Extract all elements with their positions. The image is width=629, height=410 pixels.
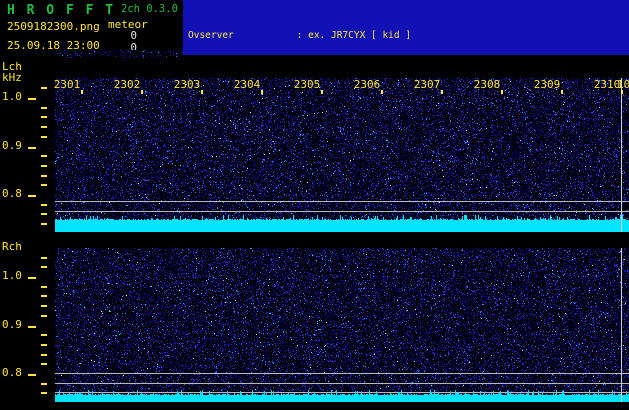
lch-freq-label: 1.0	[2, 90, 22, 103]
rch-freq-minor-tick	[41, 363, 47, 365]
rch-freq-minor-tick	[41, 334, 47, 336]
lch-axis-unit: kHz	[2, 71, 22, 84]
time-label: 2304	[233, 78, 261, 91]
time-label: 2302	[113, 78, 141, 91]
file-name: 2509182300.png	[7, 20, 100, 33]
lch-freq-major-tick	[28, 195, 36, 197]
lch-freq-minor-tick	[41, 213, 47, 215]
lch-freq-minor-tick	[41, 223, 47, 225]
time-tick	[441, 90, 443, 94]
rch-freq-minor-tick	[41, 305, 47, 307]
rch-freq-minor-tick	[41, 354, 47, 356]
time-tick	[261, 90, 263, 94]
meteor-count-lch: 0	[130, 29, 137, 42]
lch-freq-major-tick	[28, 98, 36, 100]
lch-freq-minor-tick	[41, 87, 47, 89]
app-version: 2ch 0.3.0	[121, 3, 178, 15]
rch-freq-minor-tick	[41, 286, 47, 288]
rch-freq-major-tick	[28, 374, 36, 376]
lch-freq-minor-tick	[41, 155, 47, 157]
rch-freq-minor-tick	[41, 315, 47, 317]
lch-freq-minor-tick	[41, 165, 47, 167]
observer-line: Ovserver : ex. JR7CYX [ kid ]	[188, 30, 412, 41]
rch-freq-label: 0.9	[2, 318, 22, 331]
lch-freq-minor-tick	[41, 204, 47, 206]
rch-axis-label: Rch	[2, 240, 22, 253]
time-tick	[201, 90, 203, 94]
app-title: H R O F F T	[7, 3, 116, 18]
time-label-overflow: 10	[617, 78, 629, 91]
rch-freq-minor-tick	[41, 257, 47, 259]
lch-freq-minor-tick	[41, 107, 47, 109]
lch-freq-major-tick	[28, 147, 36, 149]
time-tick	[381, 90, 383, 94]
rch-freq-label: 1.0	[2, 269, 22, 282]
time-label: 2303	[173, 78, 201, 91]
hrofft-screen: H R O F F T 2ch 0.3.0 2509182300.png met…	[0, 0, 629, 410]
rch-freq-minor-tick	[41, 383, 47, 385]
lch-freq-label: 0.9	[2, 139, 22, 152]
rch-freq-minor-tick	[41, 344, 47, 346]
time-tick	[81, 90, 83, 94]
lch-freq-minor-tick	[41, 126, 47, 128]
lch-freq-minor-tick	[41, 175, 47, 177]
lch-spectrogram-canvas	[55, 78, 629, 232]
lch-freq-label: 0.8	[2, 187, 22, 200]
time-label: 2307	[413, 78, 441, 91]
rch-freq-label: 0.8	[2, 366, 22, 379]
rch-freq-minor-tick	[41, 295, 47, 297]
time-tick	[561, 90, 563, 94]
lch-freq-minor-tick	[41, 184, 47, 186]
time-tick	[141, 90, 143, 94]
rch-freq-minor-tick	[41, 392, 47, 394]
meteor-count-label: meteor	[108, 18, 148, 31]
lch-freq-minor-tick	[41, 116, 47, 118]
rch-spectrogram-canvas	[55, 248, 629, 402]
lch-freq-minor-tick	[41, 136, 47, 138]
time-label: 2308	[473, 78, 501, 91]
rch-freq-minor-tick	[41, 266, 47, 268]
rch-freq-major-tick	[28, 326, 36, 328]
time-label: 2305	[293, 78, 321, 91]
time-tick	[501, 90, 503, 94]
time-label: 2301	[53, 78, 81, 91]
time-label: 2306	[353, 78, 381, 91]
time-label: 2309	[533, 78, 561, 91]
lch-spectrogram-top-strip	[55, 50, 183, 58]
observer-info-panel: Ovserver : ex. JR7CYX [ kid ] Receiving …	[183, 0, 629, 55]
rch-freq-major-tick	[28, 277, 36, 279]
time-tick	[321, 90, 323, 94]
